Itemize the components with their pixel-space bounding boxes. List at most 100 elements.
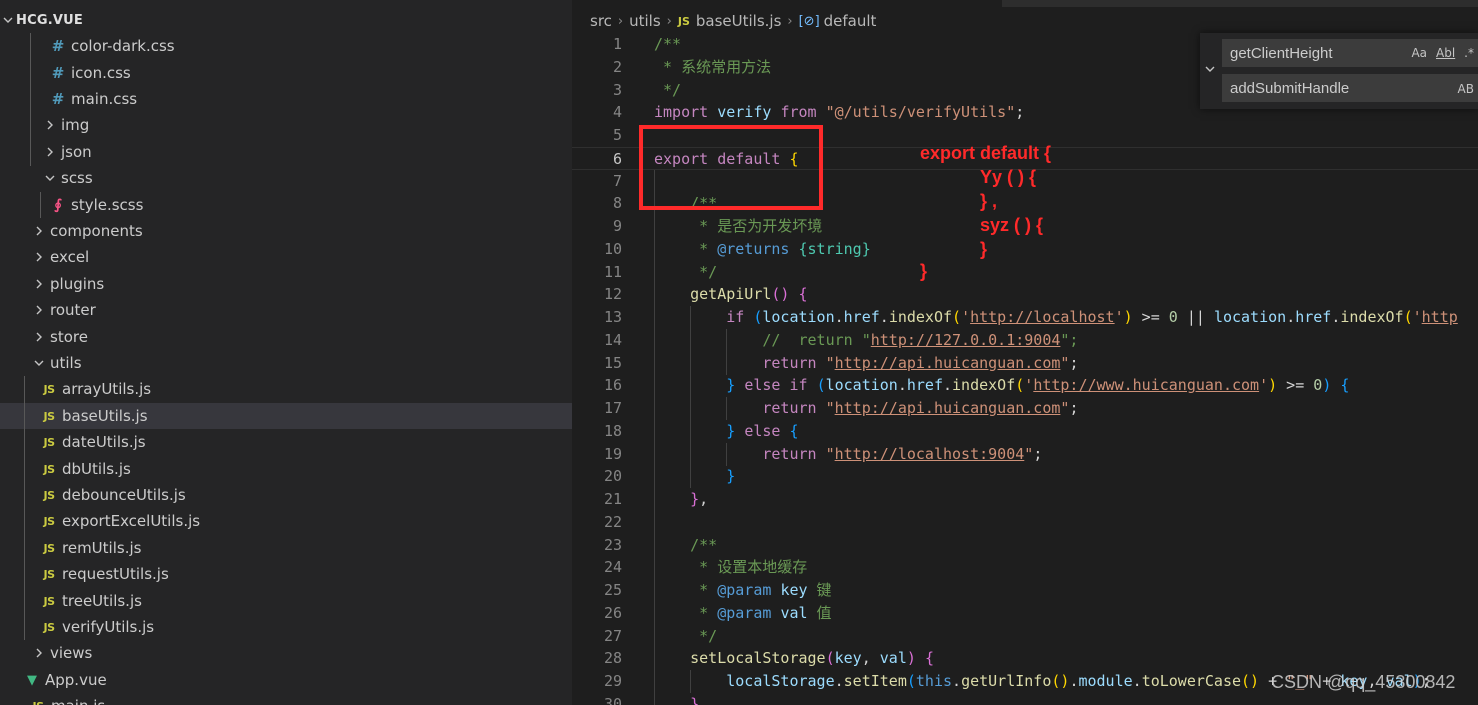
tree-item[interactable]: JS exportExcelUtils.js [0,508,572,534]
code-line[interactable]: 17 return "http://api.huicanguan.com"; [572,397,1478,420]
tree-item-label: main.css [71,90,138,108]
code-editor[interactable]: src › utils › JS baseUtils.js › [⊘] defa… [572,0,1478,705]
indent-guide [30,33,31,166]
tree-item[interactable]: store [0,324,572,350]
tree-item[interactable]: # main.css [0,86,572,112]
code-token: () [771,285,790,304]
replace-input[interactable]: addSubmitHandle [1222,74,1478,102]
line-number: 27 [603,626,622,645]
toggle-replace-icon[interactable] [1204,63,1216,79]
code-line[interactable]: 30 }, [572,692,1478,705]
js-file-icon: JS [30,700,46,705]
code-token: return [762,353,817,372]
code-token: key [834,649,862,668]
match-whole-word-icon[interactable]: Abl [1436,46,1455,60]
indent-guide [40,192,41,218]
use-regex-icon[interactable]: .* [1464,46,1474,60]
code-token: . [834,672,844,690]
breadcrumb-symbol[interactable]: default [824,12,877,30]
chevron-right-icon [43,144,57,160]
tree-item[interactable]: # color-dark.css [0,33,572,59]
tree-item[interactable]: JS dbUtils.js [0,456,572,482]
code-token: , [861,649,880,668]
code-line[interactable]: 13 if (location.href.indexOf('http://loc… [572,306,1478,329]
preserve-case-icon[interactable]: AB [1458,82,1474,96]
code-token: >= [1277,376,1314,395]
code-line[interactable]: 28 setLocalStorage(key, val) { [572,647,1478,671]
tree-item[interactable]: JS requestUtils.js [0,561,572,587]
annotation-line: } [920,261,928,281]
tree-item-label: views [50,644,93,662]
workspace-title: HCG.VUE [16,12,83,28]
tree-item[interactable]: router [0,297,572,323]
code-line[interactable]: 10 * @returns {string} [572,237,1478,261]
code-line[interactable]: 12 getApiUrl() { [572,283,1478,307]
code-line[interactable]: 27 */ [572,624,1478,648]
code-line[interactable]: 23 /** [572,533,1478,557]
tree-item[interactable]: JS arrayUtils.js [0,376,572,402]
code-line[interactable]: 20 } [572,465,1478,489]
tree-item[interactable]: components [0,218,572,244]
tree-item[interactable]: excel [0,244,572,270]
breadcrumb-utils[interactable]: utils [629,12,661,30]
code-line[interactable]: 24 * 设置本地缓存 [572,556,1478,580]
code-token: key [780,581,808,599]
tree-item[interactable]: JS debounceUtils.js [0,482,572,508]
tree-item[interactable]: JS main.js [0,693,572,705]
chevron-right-icon [43,117,57,133]
tree-item[interactable]: JS remUtils.js [0,535,572,561]
code-line[interactable]: 16 } else if (location.href.indexOf('htt… [572,374,1478,398]
tree-item[interactable]: JS verifyUtils.js [0,614,572,640]
tree-item[interactable]: # icon.css [0,60,572,86]
code-line[interactable]: 26 * @param val 值 [572,601,1478,625]
code-token: return [762,444,817,463]
code-token: else [744,376,781,395]
js-file-icon: JS [677,14,690,28]
code-line[interactable]: 22 [572,510,1478,534]
tree-item-label: json [61,143,92,161]
code-line[interactable]: 15 return "http://api.huicanguan.com"; [572,351,1478,375]
code-line[interactable]: 14 // return "http://127.0.0.1:9004"; [572,328,1478,352]
tree-item-label: remUtils.js [62,539,142,557]
find-options: Aa Abl .* [1411,46,1474,60]
tree-item[interactable]: JS treeUtils.js [0,588,572,614]
code-token: // return " [762,330,871,349]
code-line[interactable]: 19 return "http://localhost:9004"; [572,442,1478,466]
code-line[interactable]: 18 } else { [572,419,1478,443]
code-token: setItem [843,672,907,690]
explorer-header[interactable]: HCG.VUE [0,8,572,32]
breadcrumb-src[interactable]: src [590,12,612,30]
tree-item[interactable]: JS dateUtils.js [0,429,572,455]
tree-item[interactable]: json [0,139,572,165]
tree-item[interactable]: ▼ App.vue [0,667,572,693]
tree-item[interactable]: ∮ style.scss [0,192,572,218]
line-number: 2 [612,57,622,76]
code-token: http://localhost [970,308,1115,326]
tree-item[interactable]: utils [0,350,572,376]
code-token: . [943,376,953,395]
breadcrumb-file[interactable]: baseUtils.js [696,12,782,30]
active-tab[interactable] [572,0,1002,7]
tree-item-label: App.vue [45,671,107,689]
code-line[interactable]: 11 */ [572,260,1478,284]
js-file-icon: JS [43,435,55,449]
tree-item[interactable]: views [0,640,572,666]
match-case-icon[interactable]: Aa [1411,46,1427,60]
tree-item[interactable]: JS baseUtils.js [0,403,572,429]
chevron-down-icon [43,170,57,186]
tree-item[interactable]: img [0,112,572,138]
line-number: 19 [603,444,622,463]
code-line[interactable]: 21 }, [572,488,1478,511]
code-token: indexOf [888,308,953,326]
code-token: { [924,649,934,668]
line-number: 17 [603,399,622,417]
tree-item[interactable]: plugins [0,271,572,297]
tree-item[interactable]: scss [0,165,572,191]
code-line[interactable]: 25 * @param key 键 [572,579,1478,602]
